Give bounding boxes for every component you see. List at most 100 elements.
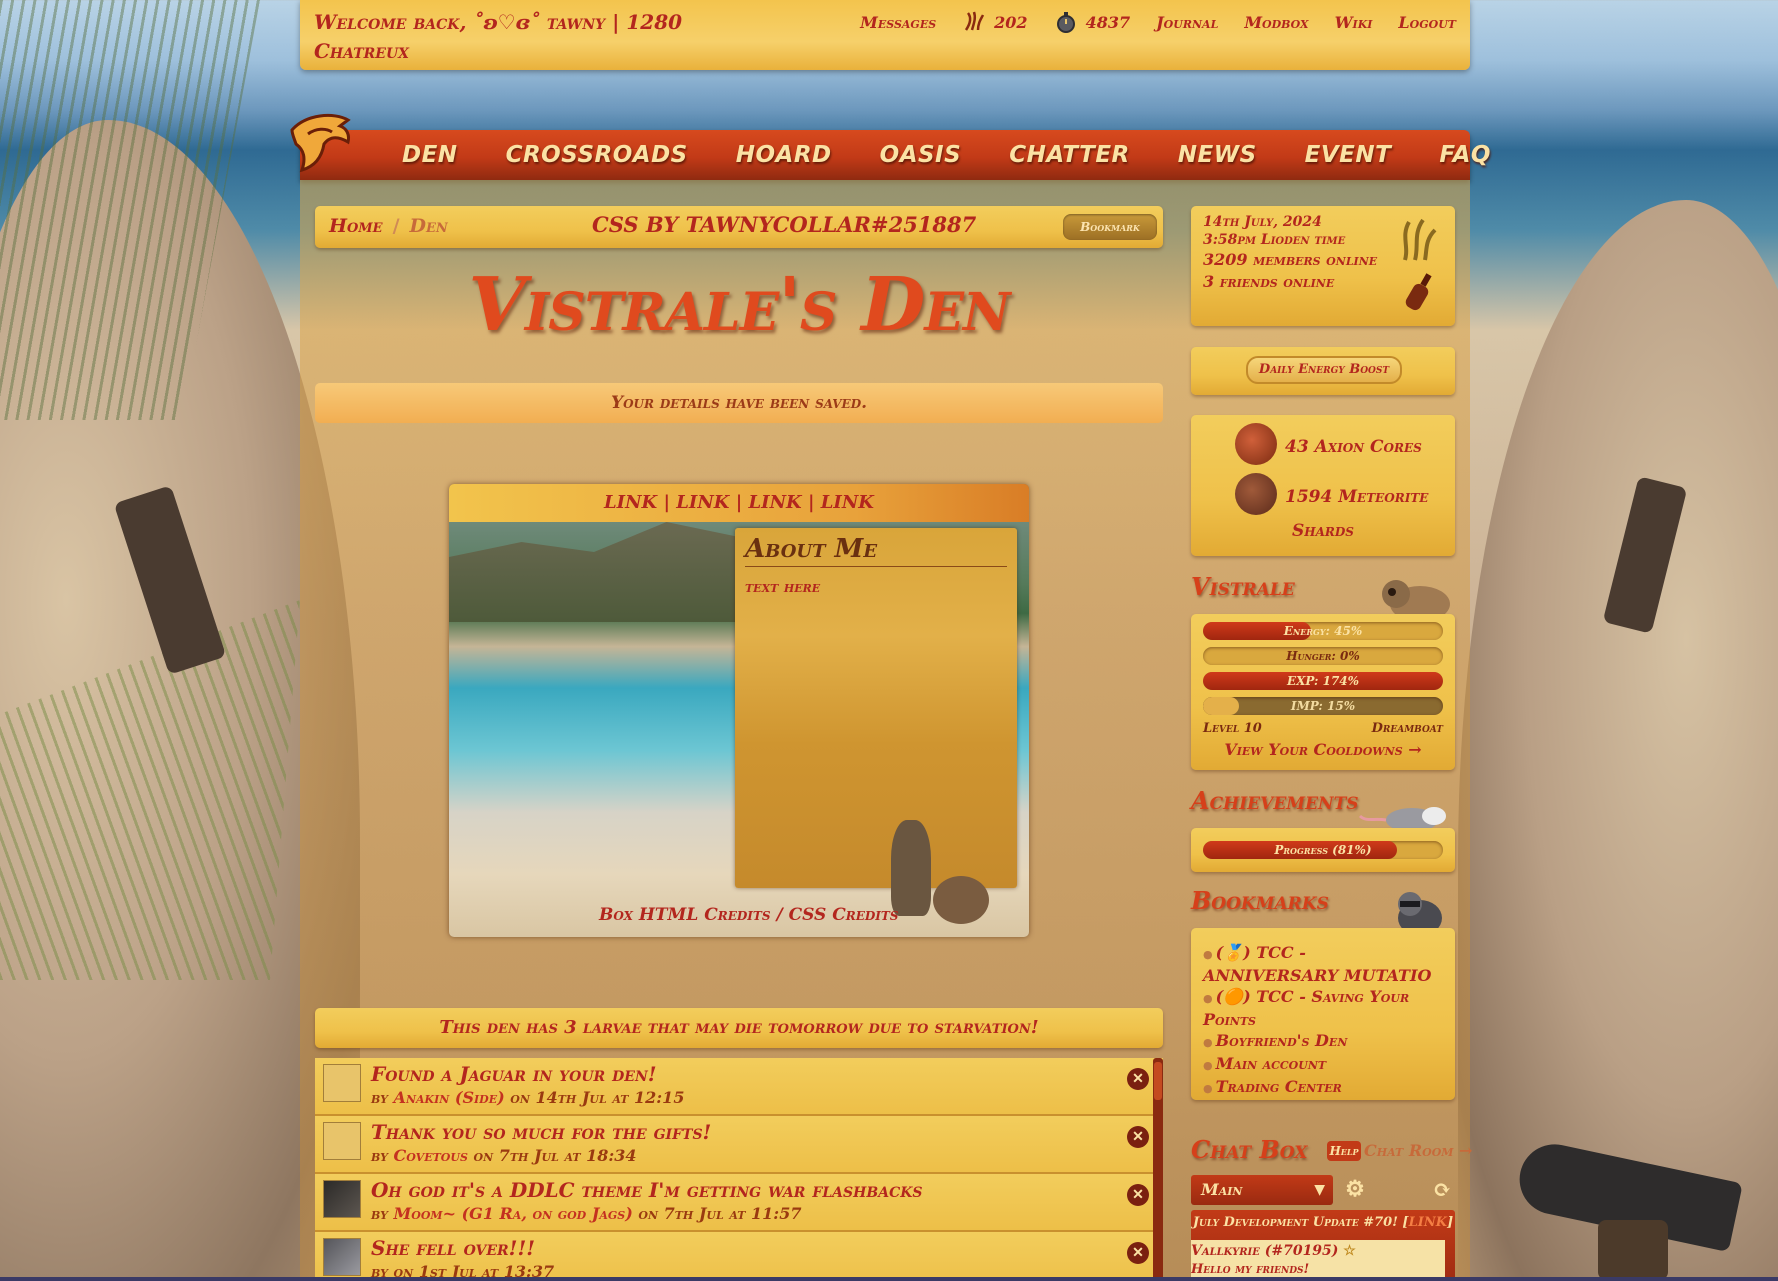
messages-link[interactable]: Messages [860, 13, 936, 32]
currency-timer[interactable]: 4837 [1054, 10, 1131, 34]
nav-hoard[interactable]: HOARD [736, 142, 832, 168]
bookmark-label[interactable]: Main account [1216, 1054, 1326, 1073]
meteorite-shards-unit: Shards [1292, 521, 1354, 541]
close-icon[interactable]: ✕ [1127, 1242, 1149, 1264]
modbox-link[interactable]: Modbox [1244, 13, 1308, 32]
wiki-link[interactable]: Wiki [1335, 13, 1373, 32]
bookmark-label[interactable]: Boyfriend's Den [1216, 1031, 1348, 1050]
main-navigation: DEN CROSSROADS HOARD OASIS CHATTER NEWS … [290, 113, 1490, 180]
lioden-logo-icon[interactable] [286, 110, 358, 176]
chat-room-link[interactable]: Chat Room → [1364, 1141, 1472, 1160]
gear-icon[interactable]: ⚙ [1343, 1177, 1367, 1201]
bookmark-item[interactable]: ● (🏅) TCC - ANNIVERSARY MUTATIO [1203, 942, 1443, 986]
view-cooldowns-link[interactable]: View Your Cooldowns → [1191, 740, 1455, 759]
pet-type: Dreamboat [1371, 721, 1443, 736]
main-nav-items: DEN CROSSROADS HOARD OASIS CHATTER NEWS … [402, 130, 1539, 180]
by-label: by [371, 1088, 388, 1107]
message-time: on 7th Jul at 11:57 [638, 1204, 802, 1223]
bottle-icon [1405, 273, 1432, 311]
message-meta: by Moom~ (G1 Ra, on god Jags) on 7th Jul… [371, 1204, 801, 1223]
bookmark-item[interactable]: ● (🟠) TCC - Saving Your Points [1203, 986, 1443, 1030]
background-cannon-wheel [1598, 1220, 1668, 1280]
message-author[interactable]: Moom~ (G1 Ra, on god Jags) [394, 1204, 633, 1223]
friends-online[interactable]: 3 friends online [1203, 272, 1334, 291]
avatar[interactable] [323, 1064, 361, 1102]
nav-den[interactable]: DEN [402, 142, 458, 168]
pet-level: Level 10 [1203, 721, 1262, 736]
members-online[interactable]: 3209 members online [1203, 250, 1377, 269]
bullet-icon: ● [1203, 992, 1213, 1005]
stopwatch-icon [1056, 12, 1075, 33]
refresh-icon[interactable]: ⟳ [1429, 1177, 1455, 1203]
breadcrumb-current: Den [409, 215, 448, 237]
exp-label: EXP: 174% [1286, 674, 1360, 688]
bookmark-label[interactable]: (🏅) TCC - ANNIVERSARY MUTATIO [1203, 943, 1431, 985]
message-scrollbar[interactable] [1153, 1058, 1163, 1281]
nav-crossroads[interactable]: CROSSROADS [506, 142, 688, 168]
currency-gold[interactable]: 202 [962, 10, 1028, 34]
nav-faq[interactable]: FAQ [1439, 142, 1491, 168]
message-title[interactable]: Thank you so much for the gifts! [371, 1120, 711, 1144]
chat-room-select[interactable]: Main ▼ [1191, 1175, 1333, 1205]
profile-links[interactable]: LINK | LINK | LINK | LINK [449, 484, 1029, 522]
saved-notice: Your details have been saved. [315, 383, 1163, 423]
welcome-message: Welcome back, ˚ʚ♡ɞ˚ tawny | 1280 Chatreu… [314, 10, 683, 63]
bookmark-label[interactable]: (🟠) TCC - Saving Your Points [1203, 987, 1409, 1029]
message-title[interactable]: Oh god it's a DDLC theme I'm getting war… [371, 1178, 923, 1202]
close-icon[interactable]: ✕ [1127, 1126, 1149, 1148]
by-label: by [371, 1146, 388, 1165]
daily-energy-boost-button[interactable]: Daily Energy Boost [1246, 356, 1402, 384]
pet-name-heading[interactable]: Vistrale [1191, 572, 1295, 601]
box-html-credits-link[interactable]: Box HTML Credits [599, 905, 771, 925]
message-item[interactable]: Found a Jaguar in your den! by Anakin (S… [315, 1058, 1163, 1116]
css-credits-link[interactable]: CSS Credits [789, 905, 899, 925]
avatar[interactable] [323, 1238, 361, 1276]
announcement-link[interactable]: LINK [1409, 1215, 1447, 1230]
bookmark-item[interactable]: ● Boyfriend's Den [1203, 1030, 1443, 1053]
nav-oasis[interactable]: OASIS [880, 142, 962, 168]
message-item[interactable]: She fell over!!! by on 1st Jul at 13:37 … [315, 1232, 1163, 1281]
site-info-panel: 14th July, 2024 3:58pm Lioden time 3209 … [1191, 206, 1455, 326]
currency-timer-value: 4837 [1085, 12, 1131, 32]
message-item[interactable]: Oh god it's a DDLC theme I'm getting war… [315, 1174, 1163, 1232]
bookmark-button[interactable]: Bookmark [1063, 214, 1157, 240]
energy-label: Energy: 45% [1283, 624, 1363, 638]
bookmark-item[interactable]: ● Main account [1203, 1053, 1443, 1076]
message-time: on 14th Jul at 12:15 [510, 1088, 685, 1107]
energy-bar: Energy: 45% [1203, 622, 1443, 640]
close-icon[interactable]: ✕ [1127, 1184, 1149, 1206]
energy-boost-panel: Daily Energy Boost [1191, 347, 1455, 395]
scrollbar-thumb[interactable] [1154, 1062, 1162, 1100]
breadcrumb-home[interactable]: Home [329, 215, 383, 237]
bullet-icon: ● [1203, 1036, 1213, 1049]
bookmark-label[interactable]: Trading Center [1216, 1077, 1342, 1096]
profile-credits: Box HTML Credits / CSS Credits [599, 905, 898, 925]
close-icon[interactable]: ✕ [1127, 1068, 1149, 1090]
nav-chatter[interactable]: CHATTER [1009, 142, 1130, 168]
by-label: by [371, 1204, 388, 1223]
announcement-text: July Development Update #70! [ [1192, 1215, 1409, 1230]
message-item[interactable]: Thank you so much for the gifts! by Cove… [315, 1116, 1163, 1174]
top-bar: Welcome back, ˚ʚ♡ɞ˚ tawny | 1280 Chatreu… [300, 0, 1470, 70]
chat-messages: Vallkyrie (#70195) ☆ Hello my friends! [1191, 1240, 1445, 1281]
chat-author-name[interactable]: Vallkyrie (#70195) [1191, 1243, 1338, 1259]
achievements-heading[interactable]: Achievements [1191, 786, 1359, 815]
chat-help-button[interactable]: Help [1327, 1141, 1361, 1161]
message-title[interactable]: Found a Jaguar in your den! [371, 1062, 657, 1086]
nav-event[interactable]: EVENT [1305, 142, 1392, 168]
logout-link[interactable]: Logout [1398, 13, 1456, 32]
exp-bar: EXP: 174% [1203, 672, 1443, 690]
message-list: Found a Jaguar in your den! by Anakin (S… [315, 1058, 1163, 1281]
avatar[interactable] [323, 1180, 361, 1218]
message-title[interactable]: She fell over!!! [371, 1236, 535, 1260]
achievement-progress-bar[interactable]: Progress (81%) [1203, 841, 1443, 859]
journal-link[interactable]: Journal [1156, 13, 1218, 32]
nav-news[interactable]: NEWS [1178, 142, 1257, 168]
imp-label: IMP: 15% [1290, 699, 1356, 713]
avatar[interactable] [323, 1122, 361, 1160]
message-author[interactable]: Anakin (Side) [394, 1088, 505, 1107]
bookmark-item[interactable]: ● Trading Center [1203, 1076, 1443, 1099]
message-author[interactable]: Covetous [394, 1146, 468, 1165]
chat-author[interactable]: Vallkyrie (#70195) ☆ [1191, 1243, 1356, 1259]
chat-controls: Main ▼ ⚙ ⟳ [1191, 1175, 1455, 1205]
